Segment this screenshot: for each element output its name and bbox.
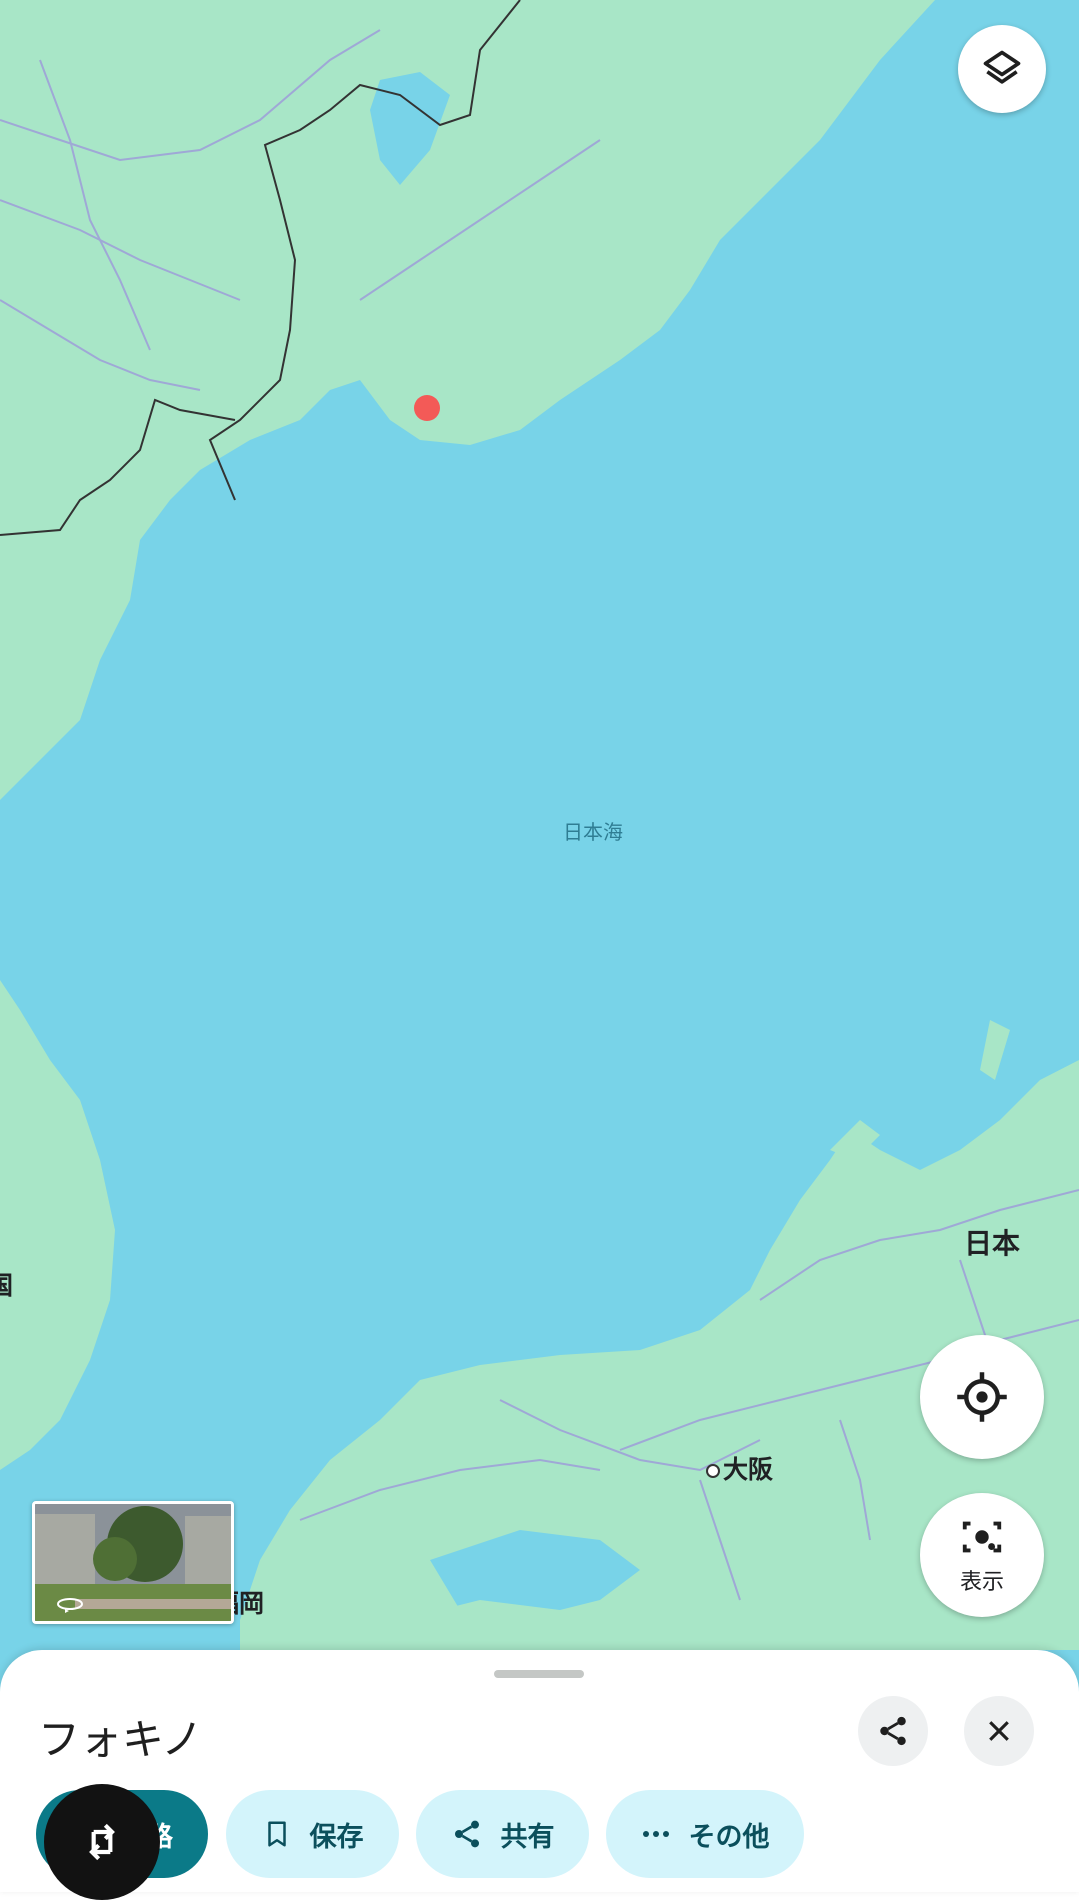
camera-lens-icon <box>962 1521 1002 1553</box>
save-button[interactable]: 保存 <box>226 1790 399 1878</box>
layers-button[interactable] <box>958 25 1046 113</box>
bookmark-icon <box>267 1821 286 1847</box>
land-north <box>0 0 935 800</box>
share-button[interactable]: 共有 <box>416 1790 589 1878</box>
drag-handle[interactable] <box>494 1670 584 1678</box>
layers-icon <box>983 50 1021 84</box>
rotate-icon <box>89 1823 115 1861</box>
lens-label: 表示 <box>959 1570 1004 1595</box>
close-icon <box>989 1721 1009 1741</box>
share-icon <box>454 1820 479 1848</box>
my-location-button[interactable] <box>920 1335 1044 1459</box>
lens-view-button[interactable]: 表示 <box>920 1493 1044 1617</box>
share-icon <box>880 1716 906 1746</box>
share-icon-button[interactable] <box>858 1696 928 1766</box>
city-dot-icon <box>706 1464 720 1478</box>
street-view-thumbnail[interactable] <box>32 1501 234 1624</box>
my-location-icon <box>957 1372 1007 1422</box>
place-bottom-sheet[interactable]: フォキノ 経路 保存 <box>0 1650 1079 1892</box>
save-label: 保存 <box>309 1821 364 1853</box>
rotate-screen-button[interactable] <box>44 1784 160 1900</box>
country-label: 日本 <box>964 1227 1021 1260</box>
map-view[interactable]: 日本海 日本 大阪 福岡 国 表示 <box>0 0 1079 1892</box>
more-label: その他 <box>688 1821 770 1853</box>
more-horizontal-icon <box>642 1831 669 1837</box>
location-pin[interactable] <box>414 395 440 421</box>
panorama-icon <box>57 1598 83 1613</box>
sea-label: 日本海 <box>563 820 623 844</box>
land-korea <box>0 980 115 1470</box>
close-button[interactable] <box>964 1696 1034 1766</box>
edge-label: 国 <box>0 1271 14 1300</box>
more-button[interactable]: その他 <box>606 1790 804 1878</box>
city-osaka-label: 大阪 <box>723 1455 774 1484</box>
city-osaka[interactable]: 大阪 <box>706 1450 773 1486</box>
place-title: フォキノ <box>38 1715 204 1764</box>
share-label: 共有 <box>500 1821 555 1853</box>
